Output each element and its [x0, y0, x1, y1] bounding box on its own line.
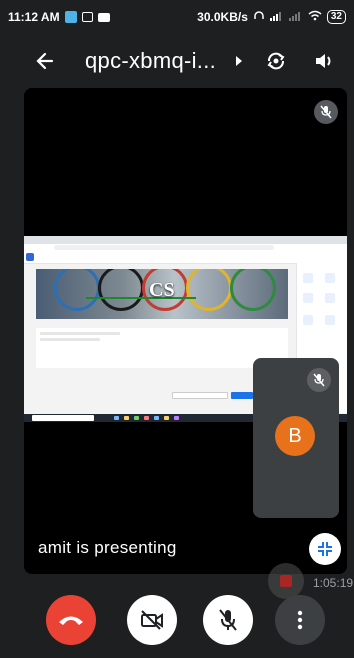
camera-notification-icon [97, 12, 110, 22]
stage-mic-off-icon [314, 100, 338, 124]
app-notification-icon [64, 11, 77, 23]
banner-text: CS [149, 279, 175, 301]
banner-ring [54, 269, 100, 311]
self-view-tile[interactable]: B [253, 358, 339, 518]
wifi-icon [308, 10, 322, 24]
signal-icon [269, 10, 284, 24]
shared-secondary-button [172, 392, 228, 399]
headphones-icon [253, 10, 265, 25]
side-panel-tile [303, 315, 313, 325]
camera-off-button[interactable] [127, 595, 177, 645]
end-call-icon [59, 616, 83, 625]
chevron-right-icon[interactable] [233, 52, 245, 70]
browser-tab-strip [24, 236, 347, 244]
side-panel-tile [325, 315, 335, 325]
side-panel-tile [325, 293, 335, 303]
class-banner: CS [36, 269, 288, 319]
camera-off-icon [141, 610, 163, 630]
speaker-icon[interactable] [310, 47, 338, 75]
mic-off-icon [219, 609, 237, 631]
taskbar-search [32, 415, 94, 421]
url-pill [54, 245, 274, 250]
taskbar-app [164, 416, 169, 420]
banner-ring [98, 269, 144, 311]
side-panel-tile [303, 273, 313, 283]
signal-2-icon [288, 10, 303, 24]
side-panel-tile [325, 273, 335, 283]
switch-camera-icon[interactable] [262, 47, 290, 75]
taskbar-app [124, 416, 129, 420]
battery-indicator: 32 [326, 10, 346, 24]
back-arrow-icon[interactable] [32, 48, 58, 74]
taskbar-app [134, 416, 139, 420]
network-speed: 30.0KB/s [197, 10, 248, 24]
banner-ring [230, 269, 276, 311]
video-notification-icon [81, 12, 93, 22]
shared-primary-button [231, 392, 253, 399]
more-options-button[interactable] [275, 595, 325, 645]
avatar: B [275, 416, 315, 456]
status-time: 11:12 AM [8, 10, 60, 24]
side-panel-tile [303, 293, 313, 303]
class-stream [36, 328, 288, 368]
taskbar-app [144, 416, 149, 420]
meeting-top-bar: qpc-xbmq-i... [0, 34, 354, 90]
end-call-button[interactable] [46, 595, 96, 645]
meeting-code[interactable]: qpc-xbmq-i... [85, 48, 216, 74]
stream-line [40, 338, 100, 341]
shared-app-logo [26, 253, 34, 261]
mic-off-button[interactable] [203, 595, 253, 645]
self-mic-off-icon [307, 368, 331, 392]
call-controls [0, 592, 354, 652]
recording-timer: 1:05:19 [313, 576, 354, 590]
taskbar-app [154, 416, 159, 420]
collapse-icon[interactable] [309, 533, 341, 565]
presenting-status-text: amit is presenting [38, 538, 177, 557]
banner-stripe [86, 297, 196, 299]
taskbar-app [114, 416, 119, 420]
stream-line [40, 332, 120, 335]
record-stop-icon [280, 575, 292, 587]
banner-ring [186, 269, 232, 311]
status-bar: 11:12 AM 30.0KB/s 32 [0, 0, 354, 34]
more-options-icon [297, 610, 303, 630]
taskbar-app [174, 416, 179, 420]
